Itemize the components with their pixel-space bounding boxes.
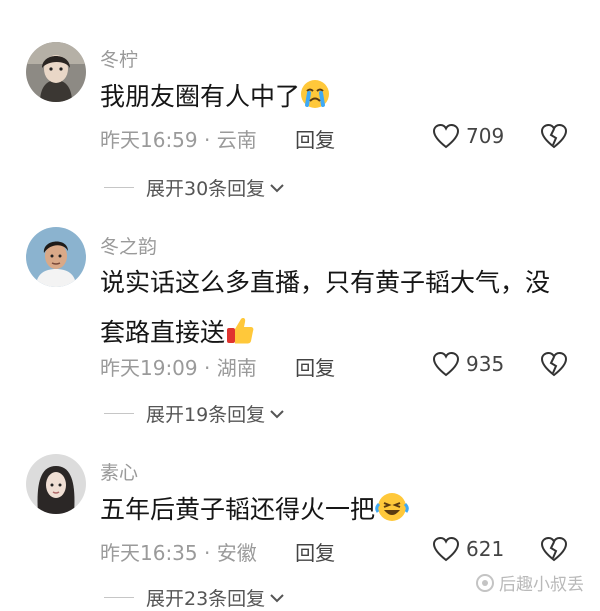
expand-replies[interactable]: 展开19条回复 <box>104 400 285 427</box>
comment-time: 昨天19:09 <box>100 356 198 380</box>
comment-text-content: 我朋友圈有人中了 <box>100 82 301 111</box>
comment-meta: 昨天19:09 · 湖南 回复 <box>100 352 335 381</box>
heart-icon <box>432 123 460 149</box>
chevron-down-icon <box>270 593 284 602</box>
watermark-text: 后趣小叔丢 <box>499 575 584 595</box>
watermark: 后趣小叔丢 <box>475 570 584 595</box>
comment-meta: 昨天16:35 · 安徽 回复 <box>100 537 335 566</box>
comment-username[interactable]: 冬柠 <box>100 45 138 72</box>
like-button[interactable]: 621 <box>432 536 504 562</box>
broken-heart-icon <box>540 123 568 149</box>
expand-replies-label: 展开23条回复 <box>146 588 266 610</box>
comment-meta: 昨天16:59 · 云南 回复 <box>100 124 335 153</box>
comment-text: 我朋友圈有人中了 <box>100 72 570 122</box>
comment-username[interactable]: 素心 <box>100 458 138 485</box>
comment-text: 说实话这么多直播，只有黄子韬大气，没套路直接送 <box>100 258 570 358</box>
laughing-tears-emoji <box>375 489 409 521</box>
comment-text: 五年后黄子韬还得火一把 <box>100 485 570 535</box>
like-count: 935 <box>466 352 505 376</box>
comment-location: 湖南 <box>216 356 257 380</box>
dislike-button[interactable] <box>540 123 568 153</box>
meta-separator: · <box>204 356 211 380</box>
expand-replies-label: 展开30条回复 <box>146 178 266 200</box>
reply-button[interactable]: 回复 <box>295 128 335 152</box>
expand-divider <box>104 597 134 598</box>
reply-button[interactable]: 回复 <box>295 356 335 380</box>
comment-text-content: 说实话这么多直播，只有黄子韬大气，没套路直接送 <box>100 268 551 347</box>
reply-button[interactable]: 回复 <box>295 541 335 565</box>
avatar[interactable] <box>26 454 86 514</box>
comment-time: 昨天16:35 <box>100 541 198 565</box>
thumbs-up-emoji <box>225 312 255 344</box>
previous-comment-fragment <box>150 0 280 4</box>
comment-time: 昨天16:59 <box>100 128 198 152</box>
chevron-down-icon <box>270 183 284 192</box>
broken-heart-icon <box>540 536 568 562</box>
avatar[interactable] <box>26 227 86 287</box>
like-count: 709 <box>466 124 505 148</box>
dislike-button[interactable] <box>540 536 568 566</box>
dislike-button[interactable] <box>540 351 568 381</box>
comment-location: 云南 <box>216 128 257 152</box>
expand-replies[interactable]: 展开30条回复 <box>104 174 285 201</box>
broken-heart-icon <box>540 351 568 377</box>
comment-username[interactable]: 冬之韵 <box>100 232 157 259</box>
meta-separator: · <box>204 128 211 152</box>
expand-replies-label: 展开19条回复 <box>146 404 266 426</box>
avatar[interactable] <box>26 42 86 102</box>
chevron-down-icon <box>270 409 284 418</box>
like-button[interactable]: 935 <box>432 351 504 377</box>
crying-face-emoji <box>300 76 330 108</box>
heart-icon <box>432 351 460 377</box>
comment-location: 安徽 <box>216 541 257 565</box>
comment-text-content: 五年后黄子韬还得火一把 <box>100 495 376 524</box>
expand-divider <box>104 413 134 414</box>
expand-replies[interactable]: 展开23条回复 <box>104 584 285 611</box>
like-count: 621 <box>466 537 505 561</box>
watermark-logo-icon <box>476 573 494 592</box>
heart-icon <box>432 536 460 562</box>
like-button[interactable]: 709 <box>432 123 504 149</box>
meta-separator: · <box>204 541 211 565</box>
expand-divider <box>104 187 134 188</box>
